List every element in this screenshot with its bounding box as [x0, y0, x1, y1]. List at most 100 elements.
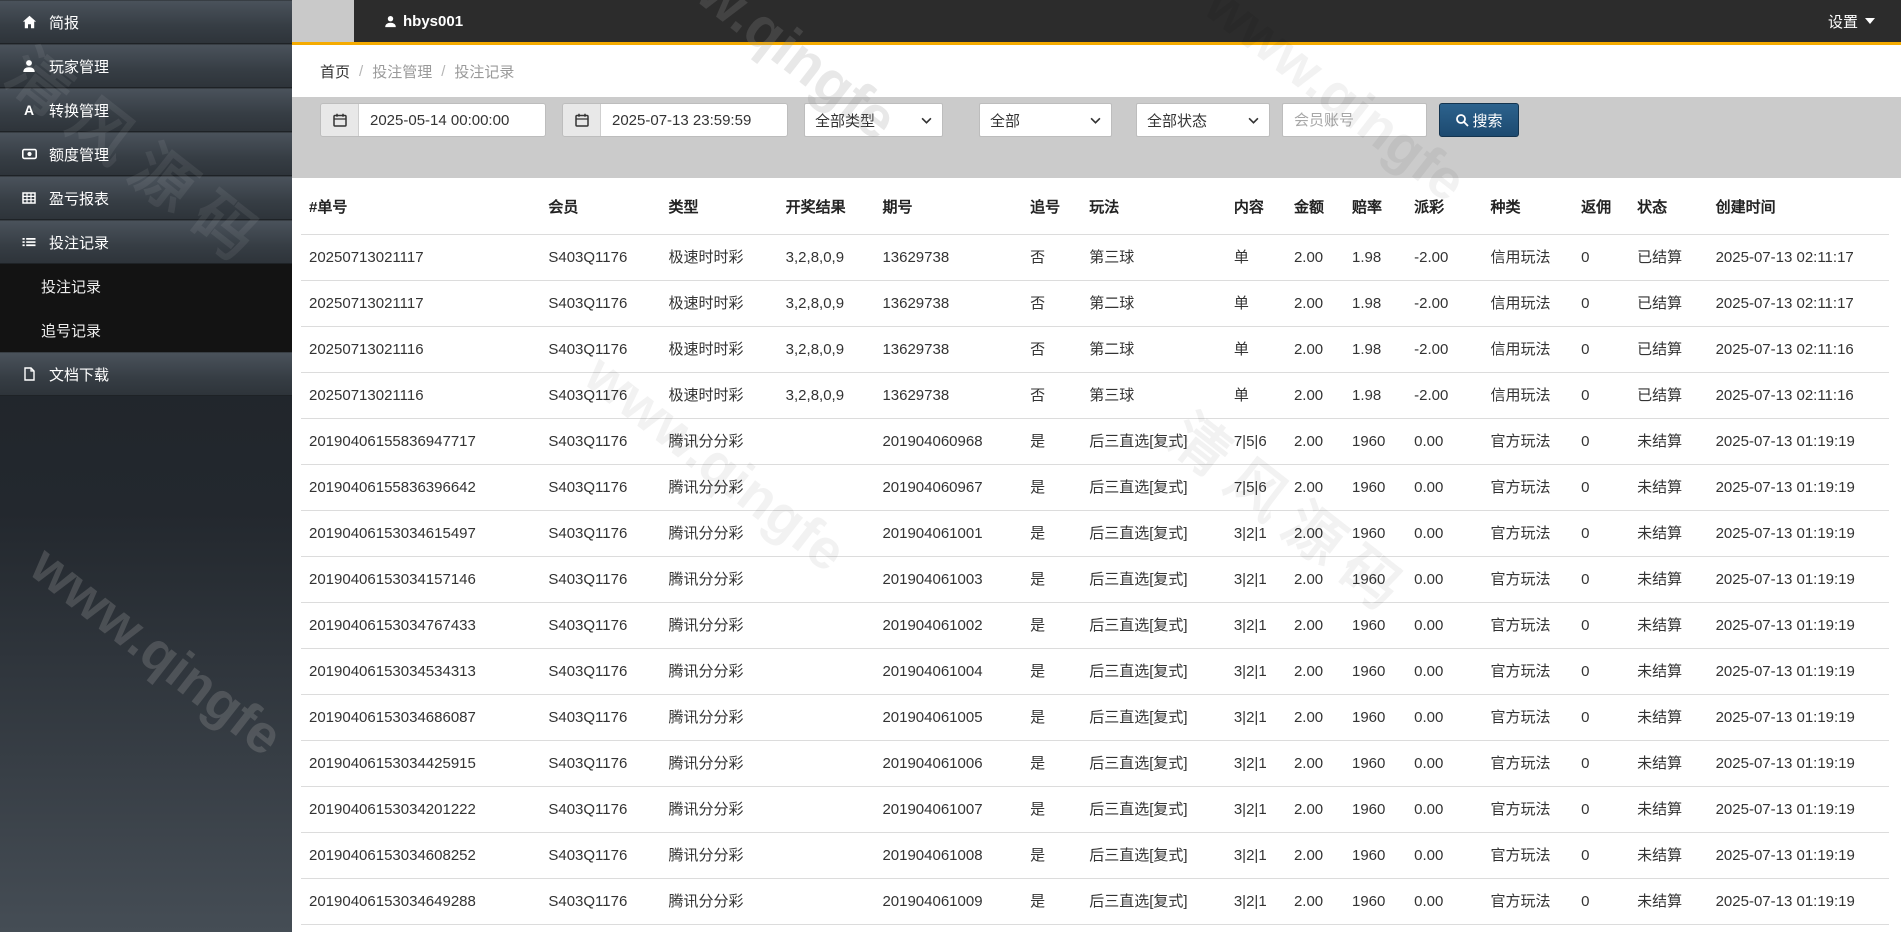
table-cell: 未结算 — [1629, 510, 1708, 557]
admin-screen: 简报 玩家管理 A 转换管理 额度管理 盈亏报表 投注记录 投注记录 追号记录 … — [0, 0, 1901, 932]
search-icon — [1455, 113, 1470, 127]
table-cell: 7|5|6 — [1225, 418, 1286, 465]
table-cell: 后三直选[复式] — [1081, 510, 1226, 557]
table-cell: 2.00 — [1285, 464, 1344, 511]
table-cell: 否 — [1022, 280, 1082, 327]
sidebar-toggle[interactable] — [292, 0, 354, 42]
column-header: 种类 — [1482, 178, 1574, 235]
table-cell: 0 — [1573, 832, 1630, 879]
table-cell: 0.00 — [1406, 740, 1483, 787]
submenu-item-chase-records[interactable]: 追号记录 — [0, 308, 292, 352]
submenu-item-bet-records[interactable]: 投注记录 — [0, 264, 292, 308]
sidebar-item-quota-management[interactable]: 额度管理 — [0, 132, 292, 176]
calendar-icon[interactable] — [321, 104, 359, 136]
table-cell: 0 — [1573, 602, 1630, 649]
sidebar-item-label: 玩家管理 — [49, 58, 110, 76]
table-cell: 0.00 — [1406, 510, 1483, 557]
table-cell: 7|5|6 — [1225, 464, 1286, 511]
submenu-item-label: 投注记录 — [41, 278, 102, 296]
settings-dropdown[interactable]: 设置 — [1828, 11, 1875, 32]
table-cell: 1.98 — [1343, 372, 1407, 419]
date-from-input[interactable] — [359, 104, 545, 136]
table-cell: 20190406153034157146 — [301, 556, 541, 603]
table-cell: S403Q1176 — [540, 878, 661, 925]
sidebar-item-label: 文档下载 — [49, 366, 110, 384]
sidebar-item-bet-records[interactable]: 投注记录 — [0, 220, 292, 264]
breadcrumb-bet-records: 投注记录 — [454, 63, 515, 81]
table-cell: S403Q1176 — [540, 556, 661, 603]
table-cell: 第二球 — [1081, 280, 1226, 327]
sidebar-item-briefing[interactable]: 简报 — [0, 0, 292, 44]
table-cell: 201904061001 — [874, 510, 1023, 557]
table-cell: 13629738 — [874, 372, 1023, 419]
table-cell: 2.00 — [1285, 832, 1344, 879]
table-cell: 20190406155836396642 — [301, 464, 541, 511]
table-cell: S403Q1176 — [540, 464, 661, 511]
table-cell: 1960 — [1343, 648, 1407, 695]
table-cell: 已结算 — [1629, 372, 1708, 419]
breadcrumb-home[interactable]: 首页 — [320, 61, 350, 82]
table-cell: 1.98 — [1343, 234, 1407, 281]
member-account-input[interactable] — [1282, 103, 1427, 137]
status-select[interactable]: 全部状态 — [1136, 103, 1270, 137]
table-cell: 0 — [1573, 556, 1630, 603]
table-cell: 2.00 — [1285, 556, 1344, 603]
topbar-user[interactable]: hbys001 — [384, 13, 463, 30]
table-cell: 13629738 — [874, 326, 1023, 373]
table-cell: 官方玩法 — [1482, 740, 1574, 787]
table-cell: S403Q1176 — [540, 234, 661, 281]
table-cell — [777, 556, 875, 603]
sidebar-item-player-management[interactable]: 玩家管理 — [0, 44, 292, 88]
table-cell: 3|2|1 — [1225, 602, 1286, 649]
table-cell: 3,2,8,0,9 — [777, 372, 875, 419]
table-cell: 单 — [1225, 326, 1286, 373]
table-row: 20190406155836396642 S403Q1176 腾讯分分彩 201904… — [301, 464, 1889, 511]
table-cell: 单 — [1225, 280, 1286, 327]
search-button-label: 搜索 — [1472, 112, 1503, 130]
table-cell: 是 — [1022, 418, 1082, 465]
search-button[interactable]: 搜索 — [1439, 103, 1519, 137]
table-cell: 后三直选[复式] — [1081, 832, 1226, 879]
user-icon — [17, 59, 41, 73]
table-cell: S403Q1176 — [540, 602, 661, 649]
sidebar-item-profit-report[interactable]: 盈亏报表 — [0, 176, 292, 220]
type-select[interactable]: 全部类型 — [804, 103, 943, 137]
table-row: 20250713021117 S403Q1176 极速时时彩 3,2,8,0,9 136… — [301, 234, 1889, 281]
file-icon — [17, 367, 41, 381]
caret-down-icon — [1865, 18, 1875, 24]
mode-select[interactable]: 全部 — [979, 103, 1112, 137]
sidebar-item-conversion-management[interactable]: A 转换管理 — [0, 88, 292, 132]
column-header: 类型 — [660, 178, 778, 235]
table-cell: 是 — [1022, 510, 1082, 557]
table-cell: 0 — [1573, 740, 1630, 787]
bet-records-submenu: 投注记录 追号记录 — [0, 264, 292, 352]
date-from-group — [320, 103, 546, 137]
table-cell: 后三直选[复式] — [1081, 740, 1226, 787]
table-cell: 否 — [1022, 372, 1082, 419]
table-cell: 未结算 — [1629, 418, 1708, 465]
table-cell: 官方玩法 — [1482, 602, 1574, 649]
table-cell: 3|2|1 — [1225, 740, 1286, 787]
table-cell — [777, 786, 875, 833]
table-cell: 腾讯分分彩 — [660, 648, 778, 695]
table-cell: 未结算 — [1629, 786, 1708, 833]
table-cell: 3,2,8,0,9 — [777, 280, 875, 327]
table-cell: 极速时时彩 — [660, 280, 778, 327]
table-cell: 201904060968 — [874, 418, 1023, 465]
breadcrumb-separator: / — [441, 62, 446, 80]
chevron-down-icon — [1248, 117, 1259, 124]
table-cell: 是 — [1022, 556, 1082, 603]
breadcrumb-bet-management[interactable]: 投注管理 — [372, 61, 432, 82]
sidebar-item-document-download[interactable]: 文档下载 — [0, 352, 292, 396]
table-cell: 0.00 — [1406, 878, 1483, 925]
table-row: 20190406153034686087 S403Q1176 腾讯分分彩 201904… — [301, 694, 1889, 741]
table-cell — [777, 694, 875, 741]
table-cell: 后三直选[复式] — [1081, 418, 1226, 465]
date-to-input[interactable] — [601, 104, 787, 136]
calendar-icon[interactable] — [563, 104, 601, 136]
table-cell: -2.00 — [1406, 280, 1483, 327]
table-cell: 0.00 — [1406, 694, 1483, 741]
table-cell: 后三直选[复式] — [1081, 878, 1226, 925]
table-cell: 已结算 — [1629, 326, 1708, 373]
table-cell: 20250713021116 — [301, 326, 541, 373]
